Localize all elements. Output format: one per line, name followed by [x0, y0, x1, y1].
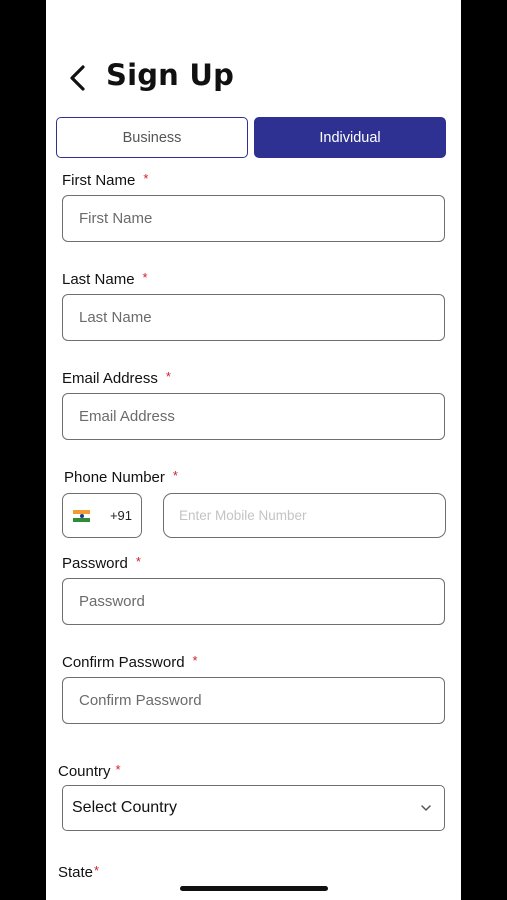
confirm-password-field[interactable]: Confirm Password — [62, 677, 445, 724]
first-name-label-text: First Name — [62, 172, 136, 189]
india-flag-icon — [73, 510, 90, 522]
email-field[interactable]: Email Address — [62, 393, 445, 440]
email-label-text: Email Address — [62, 370, 158, 387]
header: Sign Up — [46, 52, 461, 104]
sign-up-screen: Sign Up Business Individual First Name * … — [46, 0, 461, 900]
country-code: +91 — [109, 508, 132, 523]
email-label: Email Address * — [62, 369, 171, 387]
last-name-field[interactable]: Last Name — [62, 294, 445, 341]
required-marker: * — [115, 762, 121, 777]
back-button[interactable] — [64, 60, 92, 96]
country-label: Country * — [58, 762, 121, 780]
first-name-label: First Name * — [62, 171, 148, 189]
mobile-number-field[interactable]: Enter Mobile Number — [163, 493, 446, 538]
country-select-value: Select Country — [72, 799, 177, 816]
confirm-password-label: Confirm Password * — [62, 653, 198, 671]
password-label: Password * — [62, 554, 141, 572]
first-name-field[interactable]: First Name — [62, 195, 445, 242]
required-marker: * — [142, 270, 148, 285]
page-title: Sign Up — [106, 58, 235, 92]
tab-individual[interactable]: Individual — [254, 117, 446, 158]
chevron-left-icon — [64, 60, 92, 96]
required-marker: * — [143, 171, 149, 186]
required-marker: * — [172, 468, 178, 483]
required-marker: * — [165, 369, 171, 384]
required-marker: * — [192, 653, 198, 668]
state-label: State* — [58, 863, 99, 881]
chevron-down-icon — [420, 802, 432, 814]
tab-business[interactable]: Business — [56, 117, 248, 158]
account-type-tabs: Business Individual — [56, 117, 446, 158]
last-name-label: Last Name * — [62, 270, 148, 288]
country-code-picker[interactable]: +91 — [62, 493, 142, 538]
confirm-password-label-text: Confirm Password — [62, 654, 185, 671]
phone-label: Phone Number * — [64, 468, 178, 486]
home-indicator — [180, 886, 328, 891]
required-marker: * — [94, 863, 100, 878]
password-label-text: Password — [62, 555, 128, 572]
required-marker: * — [135, 554, 141, 569]
phone-label-text: Phone Number — [64, 469, 165, 486]
state-label-text: State — [58, 864, 94, 881]
country-label-text: Country — [58, 763, 111, 780]
country-select[interactable]: Select Country — [62, 785, 445, 831]
password-field[interactable]: Password — [62, 578, 445, 625]
last-name-label-text: Last Name — [62, 271, 135, 288]
